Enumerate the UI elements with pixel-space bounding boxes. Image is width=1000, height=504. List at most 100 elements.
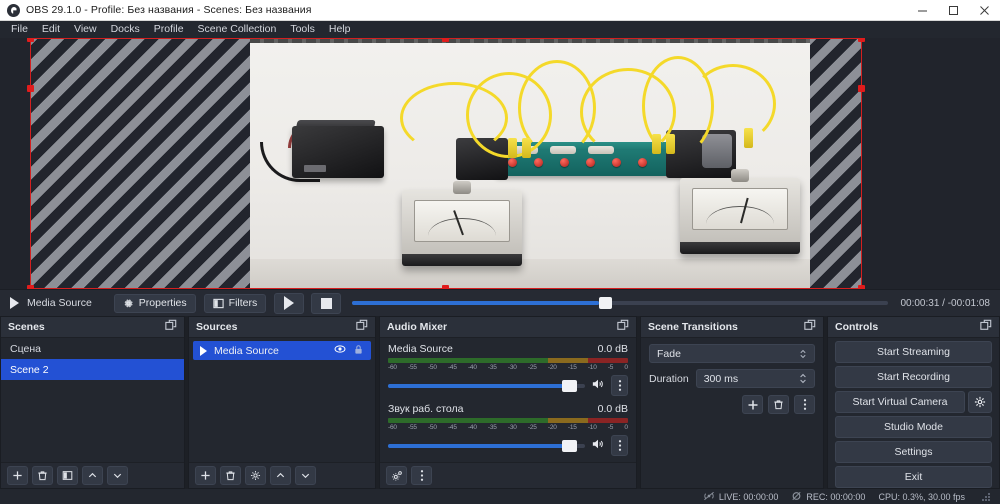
start-virtual-camera-button[interactable]: Start Virtual Camera — [835, 391, 965, 413]
scene-transitions-dock-header: Scene Transitions — [641, 317, 823, 338]
maximize-button[interactable] — [938, 0, 969, 21]
tick: -15 — [567, 364, 577, 371]
studio-mode-button[interactable]: Studio Mode — [835, 416, 992, 438]
remove-scene-button[interactable] — [32, 466, 53, 485]
chevron-updown-icon[interactable] — [799, 348, 807, 360]
settings-button[interactable]: Settings — [835, 441, 992, 463]
media-play-button[interactable] — [274, 292, 305, 314]
tick: -10 — [587, 364, 597, 371]
resize-handle-top-left[interactable] — [27, 38, 34, 42]
audio-volume-slider[interactable] — [388, 379, 585, 392]
resize-handle-bottom-right[interactable] — [858, 285, 865, 289]
seek-handle[interactable] — [598, 297, 612, 309]
menu-help[interactable]: Help — [322, 21, 358, 38]
scene-filters-button[interactable] — [57, 466, 78, 485]
controls-dock-header: Controls — [828, 317, 999, 338]
audio-track-menu-button[interactable] — [611, 435, 628, 456]
audio-mixer-title: Audio Mixer — [387, 321, 448, 333]
audio-track-menu-button[interactable] — [611, 375, 628, 396]
sources-toolbar — [189, 462, 375, 488]
transition-select[interactable]: Fade — [649, 344, 815, 363]
audio-volume-slider[interactable] — [388, 439, 585, 452]
exit-button[interactable]: Exit — [835, 466, 992, 488]
media-seek-slider[interactable] — [352, 297, 889, 309]
add-scene-button[interactable] — [7, 466, 28, 485]
media-stop-button[interactable] — [311, 292, 342, 314]
window-controls — [907, 0, 1000, 21]
filters-button-label: Filters — [228, 297, 258, 309]
tick: -45 — [447, 364, 457, 371]
speaker-icon[interactable] — [591, 377, 605, 395]
eye-icon[interactable] — [334, 343, 346, 358]
add-source-button[interactable] — [195, 466, 216, 485]
transition-properties-button[interactable] — [794, 395, 815, 414]
move-scene-down-button[interactable] — [107, 466, 128, 485]
tick: -30 — [507, 364, 517, 371]
scene-list-item[interactable]: Сцена — [1, 338, 184, 359]
properties-button[interactable]: Properties — [113, 293, 196, 313]
menu-profile[interactable]: Profile — [147, 21, 191, 38]
lock-icon[interactable] — [353, 344, 364, 358]
remove-transition-button[interactable] — [768, 395, 789, 414]
move-scene-up-button[interactable] — [82, 466, 103, 485]
scene-transitions-undock-icon[interactable] — [804, 318, 816, 336]
start-recording-button[interactable]: Start Recording — [835, 366, 992, 388]
scenes-list[interactable]: Сцена Scene 2 — [1, 338, 184, 462]
menu-edit[interactable]: Edit — [35, 21, 67, 38]
tick: -30 — [507, 424, 517, 431]
menu-docks[interactable]: Docks — [104, 21, 147, 38]
tick: -5 — [607, 424, 614, 431]
resize-grip[interactable] — [981, 492, 990, 501]
audio-mixer-menu-button[interactable] — [411, 466, 432, 485]
obs-window: OBS 29.1.0 - Profile: Без названия - Sce… — [0, 0, 1000, 504]
media-timecode: 00:00:31 / -00:01:08 — [900, 297, 990, 309]
preview-canvas[interactable] — [0, 38, 1000, 289]
resize-handle-bottom-left[interactable] — [27, 285, 34, 289]
play-icon — [284, 296, 295, 310]
virtual-camera-settings-button[interactable] — [968, 391, 992, 413]
close-button[interactable] — [969, 0, 1000, 21]
resize-handle-bottom-center[interactable] — [442, 285, 449, 289]
source-properties-button[interactable] — [245, 466, 266, 485]
sources-list[interactable]: Media Source — [189, 338, 375, 462]
advanced-audio-properties-button[interactable] — [386, 466, 407, 485]
audio-mixer-undock-icon[interactable] — [617, 318, 629, 336]
volume-handle[interactable] — [562, 379, 578, 392]
move-source-up-button[interactable] — [270, 466, 291, 485]
speaker-icon[interactable] — [591, 437, 605, 455]
tick: -45 — [447, 424, 457, 431]
menu-tools[interactable]: Tools — [283, 21, 322, 38]
spinner-icon[interactable] — [799, 372, 807, 385]
menu-file[interactable]: File — [4, 21, 35, 38]
controls-dock: Controls Start Streaming Start Recording… — [827, 316, 1000, 489]
audio-meter-scale: -60 -55 -50 -45 -40 -35 -30 -25 -20 -15 … — [388, 364, 628, 371]
scenes-undock-icon[interactable] — [165, 318, 177, 336]
scenes-dock: Scenes Сцена Scene 2 — [0, 316, 185, 489]
volume-handle[interactable] — [562, 439, 578, 452]
live-timer-label: LIVE: 00:00:00 — [718, 491, 779, 502]
scene-list-item-selected[interactable]: Scene 2 — [1, 359, 184, 380]
add-transition-button[interactable] — [742, 395, 763, 414]
media-play-icon — [200, 345, 207, 356]
resize-handle-right[interactable] — [858, 85, 865, 92]
source-list-item-selected[interactable]: Media Source — [193, 341, 371, 360]
resize-handle-top-center[interactable] — [442, 38, 449, 42]
resize-handle-top-right[interactable] — [858, 38, 865, 42]
move-source-down-button[interactable] — [295, 466, 316, 485]
video-galvanometer-right — [680, 169, 800, 254]
controls-body: Start Streaming Start Recording Start Vi… — [828, 338, 999, 488]
duration-input[interactable]: 300 ms — [695, 369, 815, 388]
menu-scene-collection[interactable]: Scene Collection — [191, 21, 284, 38]
remove-source-button[interactable] — [220, 466, 241, 485]
filters-button[interactable]: Filters — [203, 293, 267, 313]
audio-mixer-tracks: Media Source 0.0 dB -60 -55 -50 -45 -40 … — [380, 338, 636, 462]
video-yellow-plug — [666, 134, 675, 154]
minimize-button[interactable] — [907, 0, 938, 21]
video-meter-face — [414, 200, 510, 242]
tick: -50 — [427, 424, 437, 431]
start-streaming-button[interactable]: Start Streaming — [835, 341, 992, 363]
controls-undock-icon[interactable] — [980, 318, 992, 336]
menu-view[interactable]: View — [67, 21, 104, 38]
sources-undock-icon[interactable] — [356, 318, 368, 336]
resize-handle-left[interactable] — [27, 85, 34, 92]
